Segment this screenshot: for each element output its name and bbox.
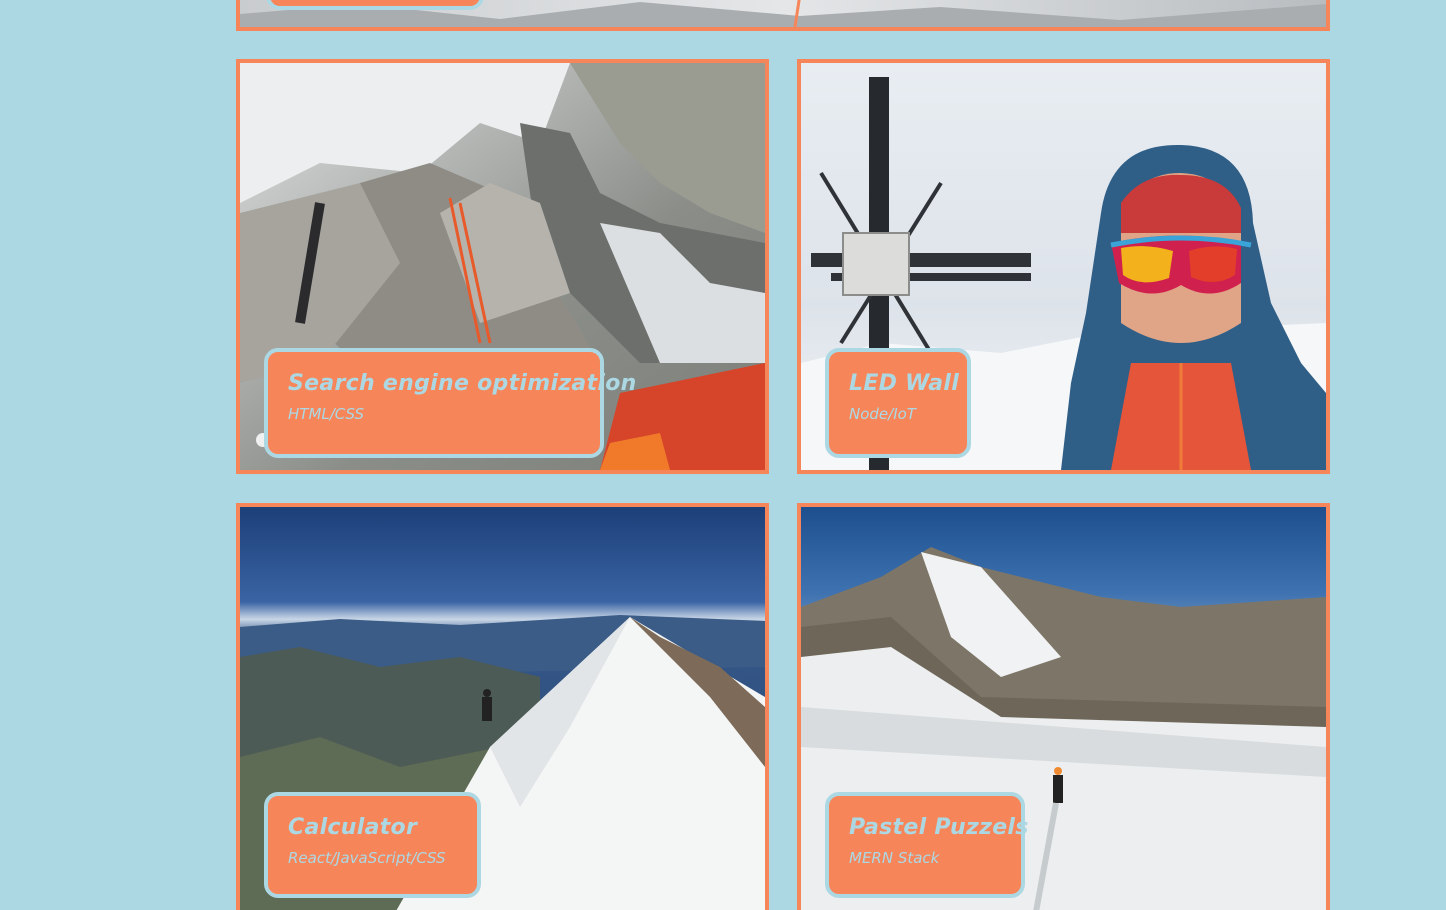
project-stack: Node/IoT (849, 405, 916, 423)
project-card-calculator[interactable]: Calculator React/JavaScript/CSS (236, 503, 769, 910)
project-card-seo[interactable]: Search engine optimization HTML/CSS (236, 59, 769, 474)
project-title[interactable]: Calculator (288, 814, 457, 842)
portfolio-projects-page: Search engine optimization HTML/CSS LED … (0, 0, 1446, 910)
project-stack: MERN Stack (849, 849, 940, 867)
project-stack: HTML/CSS (288, 405, 365, 423)
project-card-pastel-puzzels[interactable]: Pastel Puzzels MERN Stack (797, 503, 1330, 910)
project-label: LED Wall Node/IoT (825, 348, 971, 458)
project-title[interactable]: Pastel Puzzels (849, 814, 1028, 842)
project-stack: React/JavaScript/CSS (288, 849, 446, 867)
project-label-partial (266, 0, 484, 10)
project-card-partial[interactable] (236, 0, 1330, 31)
project-title[interactable]: LED Wall (849, 370, 959, 398)
project-label: Search engine optimization HTML/CSS (264, 348, 636, 458)
project-label: Pastel Puzzels MERN Stack (825, 792, 1028, 898)
project-title[interactable]: Search engine optimization (288, 370, 636, 398)
project-card-led-wall[interactable]: LED Wall Node/IoT (797, 59, 1330, 474)
project-label: Calculator React/JavaScript/CSS (264, 792, 481, 898)
